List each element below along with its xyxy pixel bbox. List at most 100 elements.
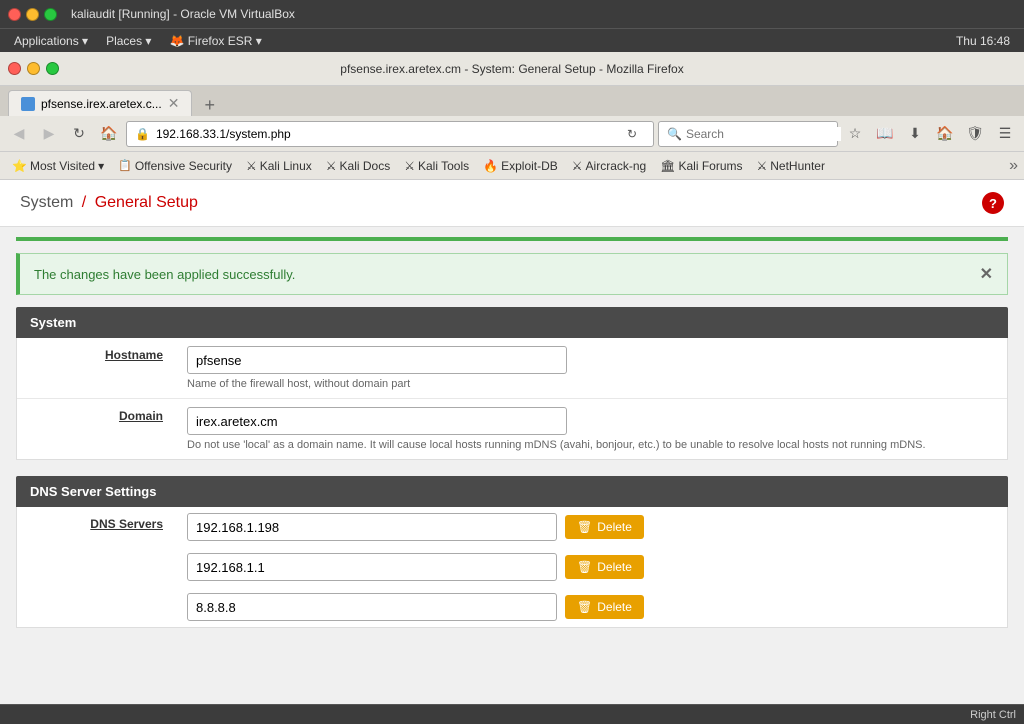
lock-icon: 🔒 <box>135 127 150 141</box>
exploit-db-icon: 🔥 <box>483 159 498 173</box>
back-button: ◀ <box>6 121 32 147</box>
dns-row-2: 🗑 Delete <box>177 547 1007 587</box>
page-header: System / General Setup ? <box>0 180 1024 227</box>
domain-label: Domain <box>17 399 177 459</box>
home-nav-btn[interactable]: 🏠 <box>932 121 958 147</box>
tab-close-btn[interactable]: ✕ <box>168 95 180 112</box>
breadcrumb-current: General Setup <box>95 194 198 211</box>
bookmarks-more-btn[interactable]: » <box>1009 157 1018 175</box>
dns-input-2[interactable] <box>187 553 557 581</box>
bookmark-kali-forums[interactable]: 🏛 Kali Forums <box>654 157 748 175</box>
dns-label: DNS Servers <box>17 507 177 541</box>
offensive-security-icon: 📋 <box>118 159 132 172</box>
hostname-field: Name of the firewall host, without domai… <box>177 338 1007 398</box>
delete-label-3: Delete <box>597 600 632 614</box>
domain-help: Do not use 'local' as a domain name. It … <box>187 439 997 451</box>
shield-nav-btn[interactable]: 🛡 <box>962 121 988 147</box>
breadcrumb: System / General Setup <box>20 194 198 212</box>
bookmark-kali-tools[interactable]: ⚔ Kali Tools <box>398 157 475 175</box>
search-icon: 🔍 <box>667 127 682 141</box>
search-box[interactable]: 🔍 <box>658 121 838 147</box>
address-bar[interactable]: 🔒 ↻ <box>126 121 654 147</box>
close-btn[interactable] <box>8 8 21 21</box>
breadcrumb-root[interactable]: System <box>20 194 73 211</box>
refresh-button[interactable]: ↻ <box>66 121 92 147</box>
section-dns-header: DNS Server Settings <box>16 476 1008 507</box>
help-button[interactable]: ? <box>982 192 1004 214</box>
dns-fields: 🗑 Delete 🗑 Delete <box>177 507 1007 627</box>
browser-min[interactable] <box>27 62 40 75</box>
bookmark-kali-label: Kali Linux <box>260 159 312 173</box>
status-bar: Right Ctrl <box>0 704 1024 724</box>
delete-label-2: Delete <box>597 560 632 574</box>
delete-dns-2-button[interactable]: 🗑 Delete <box>565 555 644 579</box>
maximize-btn[interactable] <box>44 8 57 21</box>
browser-title: pfsense.irex.aretex.cm - System: General… <box>340 62 683 76</box>
chevron-down-icon: ▾ <box>98 159 104 173</box>
bookmark-nethunter-label: NetHunter <box>770 159 825 173</box>
bookmark-offensive-label: Offensive Security <box>135 159 232 173</box>
bookmark-forums-label: Kali Forums <box>678 159 742 173</box>
bookmark-offensive-security[interactable]: 📋 Offensive Security <box>112 157 238 175</box>
dns-input-1[interactable] <box>187 513 557 541</box>
browser-close[interactable] <box>8 62 21 75</box>
trash-icon-1: 🗑 <box>577 520 592 534</box>
download-btn[interactable]: ⬇ <box>902 121 928 147</box>
alert-close-btn[interactable]: ✕ <box>980 264 993 284</box>
bookmark-exploit-label: Exploit-DB <box>501 159 558 173</box>
minimize-btn[interactable] <box>26 8 39 21</box>
alert-message: The changes have been applied successful… <box>34 267 295 282</box>
system-form-table: Hostname Name of the firewall host, with… <box>16 338 1008 460</box>
address-input[interactable] <box>156 127 613 141</box>
domain-field: Do not use 'local' as a domain name. It … <box>177 399 1007 459</box>
kali-linux-icon: ⚔ <box>246 159 257 173</box>
nethunter-icon: ⚔ <box>756 159 767 173</box>
pfsense-page: System / General Setup ? The changes hav… <box>0 180 1024 628</box>
window-title: kaliaudit [Running] - Oracle VM VirtualB… <box>71 7 295 21</box>
bookmark-kali-linux[interactable]: ⚔ Kali Linux <box>240 157 318 175</box>
os-clock: Thu 16:48 <box>948 32 1018 50</box>
hostname-input[interactable] <box>187 346 567 374</box>
reload-address-btn[interactable]: ↻ <box>619 121 645 147</box>
forward-button: ▶ <box>36 121 62 147</box>
dns-row-3: 🗑 Delete <box>177 587 1007 627</box>
menu-firefox[interactable]: 🦊 Firefox ESR ▾ <box>161 32 269 50</box>
kali-forums-icon: 🏛 <box>660 159 675 173</box>
bookmark-tools-label: Kali Tools <box>418 159 469 173</box>
tab-bar: pfsense.irex.aretex.c... ✕ + <box>0 86 1024 116</box>
trash-icon-2: 🗑 <box>577 560 592 574</box>
star-icon: ⭐ <box>12 159 27 173</box>
bookmark-aircrack[interactable]: ⚔ Aircrack-ng <box>566 157 652 175</box>
menu-btn[interactable]: ☰ <box>992 121 1018 147</box>
new-tab-btn[interactable]: + <box>198 95 221 116</box>
bookmark-most-visited[interactable]: ⭐ Most Visited ▾ <box>6 157 110 175</box>
bookmark-nethunter[interactable]: ⚔ NetHunter <box>750 157 830 175</box>
hostname-row: Hostname Name of the firewall host, with… <box>17 338 1007 399</box>
delete-dns-3-button[interactable]: 🗑 Delete <box>565 595 644 619</box>
kali-docs-icon: ⚔ <box>326 159 337 173</box>
dns-row-1: 🗑 Delete <box>177 507 1007 547</box>
menu-applications[interactable]: Applications ▾ <box>6 32 96 50</box>
os-menubar: Applications ▾ Places ▾ 🦊 Firefox ESR ▾ … <box>0 28 1024 52</box>
breadcrumb-separator: / <box>82 194 86 211</box>
search-input[interactable] <box>686 127 841 141</box>
dns-row: DNS Servers 🗑 Delete 🗑 <box>17 507 1007 627</box>
trash-icon-3: 🗑 <box>577 600 592 614</box>
menu-places[interactable]: Places ▾ <box>98 32 159 50</box>
bookmark-exploit-db[interactable]: 🔥 Exploit-DB <box>477 157 564 175</box>
os-titlebar: kaliaudit [Running] - Oracle VM VirtualB… <box>0 0 1024 28</box>
bookmark-aircrack-label: Aircrack-ng <box>586 159 647 173</box>
delete-dns-1-button[interactable]: 🗑 Delete <box>565 515 644 539</box>
window-controls <box>8 8 57 21</box>
bookmark-kali-docs[interactable]: ⚔ Kali Docs <box>320 157 396 175</box>
domain-input[interactable] <box>187 407 567 435</box>
bookmark-manage-btn[interactable]: 📖 <box>872 121 898 147</box>
browser-max[interactable] <box>46 62 59 75</box>
hostname-label: Hostname <box>17 338 177 398</box>
browser-window-controls <box>8 62 59 75</box>
active-tab[interactable]: pfsense.irex.aretex.c... ✕ <box>8 90 192 116</box>
home-button[interactable]: 🏠 <box>96 121 122 147</box>
bookmark-star-btn[interactable]: ☆ <box>842 121 868 147</box>
dns-input-3[interactable] <box>187 593 557 621</box>
browser-titlebar: pfsense.irex.aretex.cm - System: General… <box>0 52 1024 86</box>
